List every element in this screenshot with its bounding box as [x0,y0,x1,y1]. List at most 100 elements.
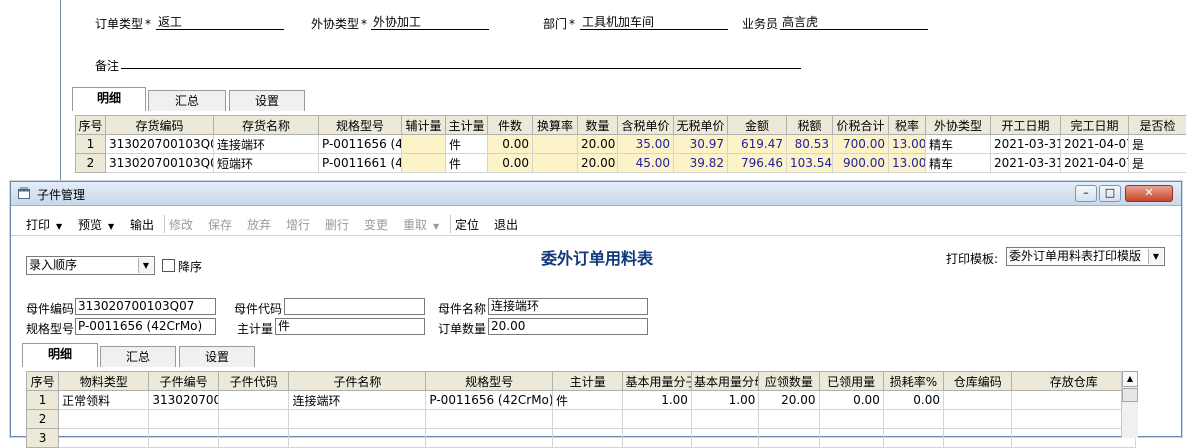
table-cell[interactable] [691,429,758,448]
table-cell[interactable] [149,410,219,429]
table-cell[interactable]: 20.00 [578,154,618,173]
table-cell[interactable]: 2021-03-31 [991,154,1061,173]
table-cell[interactable] [59,429,149,448]
column-header[interactable]: 已领用量 [819,372,883,391]
table-cell[interactable] [883,410,943,429]
table-cell[interactable]: 连接端环 [289,391,426,410]
maximize-button[interactable]: □ [1099,185,1121,202]
table-cell[interactable]: 件 [552,391,623,410]
table-row[interactable]: 2 [27,410,1136,429]
table-row[interactable]: 1正常领料313020700101连接端环P-0011656 (42CrMo)件… [27,391,1136,410]
column-header[interactable]: 换算率 [533,116,578,135]
column-header[interactable]: 是否检 [1129,116,1186,135]
column-header[interactable]: 含税单价 [618,116,674,135]
table-cell[interactable]: 39.82 [674,154,728,173]
toolbar-button-10[interactable]: 定位 [455,216,479,233]
table-cell[interactable]: 700.00 [833,135,889,154]
column-header[interactable]: 序号 [76,116,106,135]
order-tab-detail[interactable]: 明细 [72,87,146,111]
table-cell[interactable] [552,410,623,429]
scroll-up-icon[interactable]: ▲ [1122,371,1138,387]
table-cell[interactable] [426,410,553,429]
table-cell[interactable] [402,154,446,173]
table-cell[interactable]: 20.00 [578,135,618,154]
column-header[interactable]: 开工日期 [991,116,1061,135]
toolbar-button-2[interactable]: 输出 [130,216,154,233]
table-cell[interactable] [149,429,219,448]
column-header[interactable]: 无税单价 [674,116,728,135]
toolbar-button-9[interactable]: 重取▼ [403,216,439,233]
table-cell[interactable]: 0.00 [488,135,533,154]
toolbar-button-1[interactable]: 预览▼ [78,216,114,233]
table-cell[interactable]: 80.53 [787,135,833,154]
parent-code-field[interactable]: 313020700103Q07 [75,298,216,315]
column-header[interactable]: 存货编码 [106,116,214,135]
salesperson-field[interactable]: 高言虎 [780,13,928,30]
table-cell[interactable]: 件 [446,154,488,173]
column-header[interactable]: 金额 [728,116,787,135]
table-cell[interactable]: 796.46 [728,154,787,173]
table-cell[interactable] [218,391,289,410]
table-cell[interactable] [759,429,819,448]
table-cell[interactable]: 13.00 [889,154,926,173]
table-cell[interactable] [289,429,426,448]
toolbar-button-0[interactable]: 打印▼ [26,216,62,233]
table-cell[interactable] [1012,391,1136,410]
column-header[interactable]: 基本用量分子 [623,372,691,391]
table-cell[interactable]: 2 [27,410,59,429]
table-cell[interactable]: 103.54 [787,154,833,173]
table-cell[interactable]: 900.00 [833,154,889,173]
table-row[interactable]: 1313020700103Q07连接端环P-0011656 (42(件0.002… [76,135,1186,154]
table-cell[interactable] [1012,410,1136,429]
dialog-tab-detail[interactable]: 明细 [22,343,98,367]
table-cell[interactable] [883,429,943,448]
unit-field[interactable]: 件 [275,318,425,335]
table-cell[interactable] [759,410,819,429]
scroll-thumb[interactable] [1122,388,1138,402]
column-header[interactable]: 税额 [787,116,833,135]
table-cell[interactable]: 1 [76,135,106,154]
table-cell[interactable]: 30.97 [674,135,728,154]
table-row[interactable]: 2313020700103Q08短端环P-0011661 (42(件0.0020… [76,154,1186,173]
column-header[interactable]: 规格型号 [426,372,553,391]
toolbar-button-8[interactable]: 变更 [364,216,388,233]
table-cell[interactable] [59,410,149,429]
table-cell[interactable] [943,391,1011,410]
column-header[interactable]: 税率 [889,116,926,135]
table-cell[interactable]: 1 [27,391,59,410]
table-cell[interactable] [533,154,578,173]
descending-checkbox[interactable] [162,259,175,272]
toolbar-button-3[interactable]: 修改 [169,216,193,233]
table-cell[interactable]: 是 [1129,154,1186,173]
order-type-field[interactable]: 返工 [156,13,284,30]
column-header[interactable]: 数量 [578,116,618,135]
column-header[interactable]: 主计量 [552,372,623,391]
table-cell[interactable]: P-0011661 (42( [319,154,402,173]
dialog-tab-settings[interactable]: 设置 [179,346,255,367]
table-cell[interactable]: 2 [76,154,106,173]
table-cell[interactable]: 正常领料 [59,391,149,410]
table-cell[interactable]: 2021-03-31 [991,135,1061,154]
table-cell[interactable]: 连接端环 [214,135,319,154]
table-cell[interactable]: 20.00 [759,391,819,410]
column-header[interactable]: 基本用量分母 [691,372,758,391]
table-cell[interactable] [218,410,289,429]
table-cell[interactable]: 精车 [926,154,991,173]
table-cell[interactable]: 3 [27,429,59,448]
column-header[interactable]: 外协类型 [926,116,991,135]
table-cell[interactable]: 1.00 [691,391,758,410]
table-cell[interactable]: 2021-04-07 [1061,135,1129,154]
order-tab-summary[interactable]: 汇总 [148,90,226,111]
grid-vertical-scrollbar[interactable]: ▲ [1121,371,1138,438]
table-cell[interactable]: 短端环 [214,154,319,173]
table-cell[interactable]: 2021-04-07 [1061,154,1129,173]
toolbar-button-7[interactable]: 删行 [325,216,349,233]
table-cell[interactable]: 313020700101 [149,391,219,410]
column-header[interactable]: 主计量 [446,116,488,135]
table-cell[interactable] [533,135,578,154]
table-cell[interactable] [623,410,691,429]
column-header[interactable]: 存放仓库 [1012,372,1136,391]
table-cell[interactable]: 313020700103Q07 [106,135,214,154]
table-cell[interactable] [623,429,691,448]
table-cell[interactable] [552,429,623,448]
